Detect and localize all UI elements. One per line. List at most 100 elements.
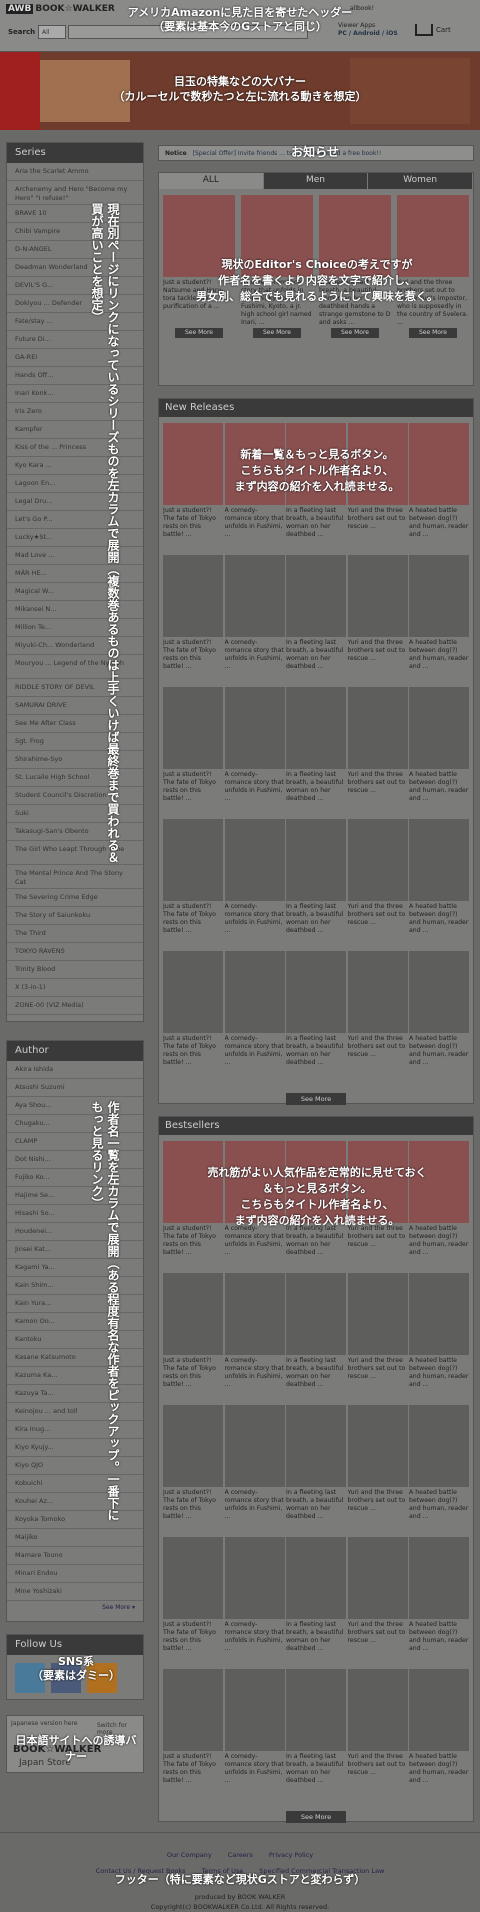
book-cover[interactable] xyxy=(163,819,223,901)
series-item[interactable]: Aria the Scarlet Ammo xyxy=(7,163,143,181)
series-item[interactable]: Trinity Blood xyxy=(7,961,143,979)
book-cover[interactable] xyxy=(409,951,469,1033)
book-card[interactable]: A heated battle between dog(?) and human… xyxy=(409,819,469,945)
book-card[interactable]: A heated battle between dog(?) and human… xyxy=(409,687,469,813)
book-card[interactable]: A comedy-romance story that unfolds in F… xyxy=(224,555,285,681)
book-cover[interactable] xyxy=(224,1273,285,1355)
book-cover[interactable] xyxy=(347,555,408,637)
tab-all[interactable]: ALL xyxy=(159,173,264,189)
series-item[interactable]: The Severing Crime Edge xyxy=(7,889,143,907)
series-item[interactable]: The Story of Saiunkoku xyxy=(7,907,143,925)
book-cover[interactable] xyxy=(224,1537,285,1619)
japan-store-banner[interactable]: Japanese version here Switch for more BO… xyxy=(6,1715,144,1773)
book-card[interactable]: In a fleeting last breath, a beautiful w… xyxy=(286,1273,346,1399)
book-card[interactable]: A heated battle between dog(?) and human… xyxy=(409,555,469,681)
author-item[interactable]: Mamare Touno xyxy=(7,1547,143,1565)
book-cover[interactable] xyxy=(409,555,469,637)
book-cover[interactable] xyxy=(224,951,285,1033)
book-cover[interactable] xyxy=(224,1669,285,1751)
book-cover[interactable] xyxy=(224,819,285,901)
tab-men[interactable]: Men xyxy=(263,173,369,189)
series-item[interactable]: X (3-in-1) xyxy=(7,979,143,997)
book-card[interactable]: A comedy-romance story that unfolds in F… xyxy=(224,1273,285,1399)
book-card[interactable]: In a fleeting last breath, a beautiful w… xyxy=(286,951,346,1077)
book-cover[interactable] xyxy=(286,555,346,637)
book-card[interactable]: Just a student?! The fate of Tokyo rests… xyxy=(163,1669,223,1795)
series-item[interactable]: The Mental Prince And The Stony Cat xyxy=(7,865,143,889)
book-card[interactable]: Just a student?! The fate of Tokyo rests… xyxy=(163,951,223,1077)
book-cover[interactable] xyxy=(163,1537,223,1619)
book-card[interactable]: Just a student?! The fate of Tokyo rests… xyxy=(163,819,223,945)
book-card[interactable]: Yuri and the three brothers set out to r… xyxy=(347,1537,408,1663)
book-card[interactable]: A comedy-romance story that unfolds in F… xyxy=(224,1669,285,1795)
book-cover[interactable] xyxy=(409,819,469,901)
book-cover[interactable] xyxy=(286,1669,346,1751)
book-cover[interactable] xyxy=(163,1669,223,1751)
see-more-button[interactable]: See More xyxy=(253,328,301,338)
book-cover[interactable] xyxy=(286,951,346,1033)
book-cover[interactable] xyxy=(286,687,346,769)
book-card[interactable]: In a fleeting last breath, a beautiful w… xyxy=(286,555,346,681)
book-card[interactable]: Yuri and the three brothers set out to r… xyxy=(347,819,408,945)
book-cover[interactable] xyxy=(409,687,469,769)
book-cover[interactable] xyxy=(409,1669,469,1751)
book-card[interactable]: Yuri and the three brothers set out to r… xyxy=(347,951,408,1077)
book-card[interactable]: Yuri and the three brothers set out to r… xyxy=(347,1405,408,1531)
see-more-button[interactable]: See More xyxy=(331,328,379,338)
book-cover[interactable] xyxy=(347,819,408,901)
book-cover[interactable] xyxy=(409,1273,469,1355)
tab-women[interactable]: Women xyxy=(368,173,474,189)
book-card[interactable]: A heated battle between dog(?) and human… xyxy=(409,1273,469,1399)
footer-link[interactable]: Careers xyxy=(228,1851,253,1859)
book-card[interactable]: Yuri and the three brothers set out to r… xyxy=(347,555,408,681)
book-card[interactable]: A comedy-romance story that unfolds in F… xyxy=(224,1405,285,1531)
book-cover[interactable] xyxy=(224,555,285,637)
author-item[interactable]: Akira Ishida xyxy=(7,1061,143,1079)
book-card[interactable]: A heated battle between dog(?) and human… xyxy=(409,1405,469,1531)
book-cover[interactable] xyxy=(347,687,408,769)
author-item[interactable]: Maijiko xyxy=(7,1529,143,1547)
book-card[interactable]: A comedy-romance story that unfolds in F… xyxy=(224,687,285,813)
book-card[interactable]: Just a student?! The fate of Tokyo rests… xyxy=(163,687,223,813)
see-more-button[interactable]: See More xyxy=(175,328,223,338)
book-cover[interactable] xyxy=(286,1273,346,1355)
book-card[interactable]: Yuri and the three brothers set out to r… xyxy=(347,1273,408,1399)
book-cover[interactable] xyxy=(347,1669,408,1751)
book-card[interactable]: In a fleeting last breath, a beautiful w… xyxy=(286,1405,346,1531)
footer-link[interactable]: Privacy Policy xyxy=(269,1851,313,1859)
book-card[interactable]: A heated battle between dog(?) and human… xyxy=(409,951,469,1077)
author-item[interactable]: Mine Yoshizaki xyxy=(7,1583,143,1601)
cart-button[interactable]: Cart xyxy=(415,24,451,36)
book-cover[interactable] xyxy=(286,1405,346,1487)
book-card[interactable]: Just a student?! The fate of Tokyo rests… xyxy=(163,1405,223,1531)
book-cover[interactable] xyxy=(163,687,223,769)
book-card[interactable]: A comedy-romance story that unfolds in F… xyxy=(224,819,285,945)
book-cover[interactable] xyxy=(224,1405,285,1487)
book-cover[interactable] xyxy=(224,687,285,769)
book-cover[interactable] xyxy=(163,1405,223,1487)
search-category-select[interactable]: All xyxy=(38,25,66,39)
main-banner[interactable]: 目玉の特集などの大バナー （カルーセルで数秒たつと左に流れる動きを想定） xyxy=(0,52,480,130)
book-card[interactable]: Just a student?! The fate of Tokyo rests… xyxy=(163,555,223,681)
book-cover[interactable] xyxy=(347,1405,408,1487)
book-card[interactable]: Yuri and the three brothers set out to r… xyxy=(347,1669,408,1795)
book-cover[interactable] xyxy=(347,951,408,1033)
book-cover[interactable] xyxy=(286,819,346,901)
book-cover[interactable] xyxy=(163,555,223,637)
series-item[interactable]: Archenemy and Hero "Become my Hero" "I r… xyxy=(7,181,143,205)
series-item[interactable]: The Third xyxy=(7,925,143,943)
book-cover[interactable] xyxy=(163,951,223,1033)
book-cover[interactable] xyxy=(409,1537,469,1619)
see-more-button[interactable]: See More xyxy=(409,328,457,338)
book-card[interactable]: In a fleeting last breath, a beautiful w… xyxy=(286,1669,346,1795)
book-card[interactable]: A comedy-romance story that unfolds in F… xyxy=(224,1537,285,1663)
book-card[interactable]: Just a student?! The fate of Tokyo rests… xyxy=(163,1537,223,1663)
book-cover[interactable] xyxy=(409,1405,469,1487)
authors-see-more-link[interactable]: See More ▾ xyxy=(7,1601,143,1614)
author-item[interactable]: Minari Endou xyxy=(7,1565,143,1583)
author-item[interactable]: Atsushi Suzumi xyxy=(7,1079,143,1097)
book-card[interactable]: In a fleeting last breath, a beautiful w… xyxy=(286,1537,346,1663)
book-card[interactable]: A heated battle between dog(?) and human… xyxy=(409,1537,469,1663)
book-cover[interactable] xyxy=(286,1537,346,1619)
book-card[interactable]: Yuri and the three brothers set out to r… xyxy=(347,687,408,813)
